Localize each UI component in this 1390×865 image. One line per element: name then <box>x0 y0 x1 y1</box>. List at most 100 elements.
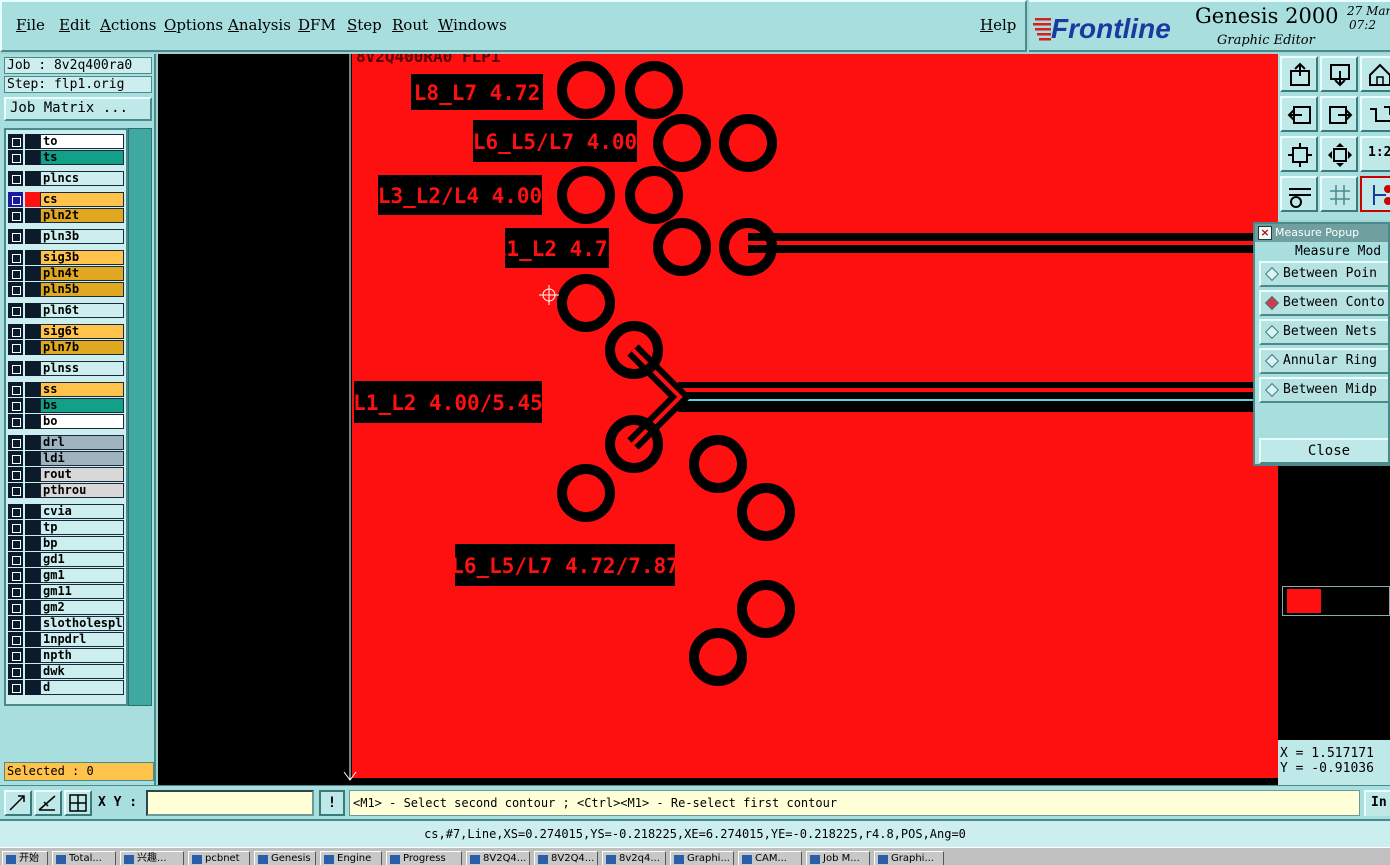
layer-color-swatch[interactable] <box>25 266 40 281</box>
taskbar-button[interactable]: Progress <box>386 851 462 865</box>
pan-right-icon[interactable] <box>1320 96 1358 132</box>
snap-mode-icon[interactable] <box>4 790 32 816</box>
taskbar-button[interactable]: Job M... <box>806 851 870 865</box>
layer-checkbox[interactable] <box>8 134 23 149</box>
layer-checkbox[interactable] <box>8 340 23 355</box>
taskbar-button[interactable]: 8V2Q4... <box>466 851 530 865</box>
layer-color-swatch[interactable] <box>25 382 40 397</box>
fit-screen-icon[interactable] <box>1280 136 1318 172</box>
layer-row-gd1[interactable]: gd1 <box>8 552 126 567</box>
layer-color-swatch[interactable] <box>25 208 40 223</box>
layer-name[interactable]: plnss <box>40 361 124 376</box>
xy-input[interactable] <box>146 790 314 816</box>
layer-color-swatch[interactable] <box>25 435 40 450</box>
layer-checkbox[interactable] <box>8 266 23 281</box>
zoom-home-icon[interactable] <box>1280 56 1318 92</box>
layer-color-swatch[interactable] <box>25 552 40 567</box>
layer-row-rout[interactable]: rout <box>8 467 126 482</box>
layer-checkbox[interactable] <box>8 171 23 186</box>
close-button[interactable]: Close <box>1259 438 1388 464</box>
layer-color-swatch[interactable] <box>25 398 40 413</box>
layer-name[interactable]: sig6t <box>40 324 124 339</box>
layer-row-plnss[interactable]: plnss <box>8 361 126 376</box>
measure-mode-icon[interactable] <box>34 790 62 816</box>
taskbar-button[interactable]: CAM... <box>738 851 802 865</box>
layer-color-swatch[interactable] <box>25 504 40 519</box>
zoom-ratio-button[interactable]: 1:2 <box>1360 136 1390 172</box>
layer-name[interactable]: pln7b <box>40 340 124 355</box>
layer-color-swatch[interactable] <box>25 134 40 149</box>
menu-file[interactable]: File <box>16 16 45 34</box>
layer-color-swatch[interactable] <box>25 632 40 647</box>
layer-checkbox[interactable] <box>8 229 23 244</box>
layer-row-pln3b[interactable]: pln3b <box>8 229 126 244</box>
layer-color-swatch[interactable] <box>25 229 40 244</box>
menu-actions[interactable]: Actions <box>100 16 156 34</box>
zoom-center-icon[interactable] <box>1320 136 1358 172</box>
layer-name[interactable]: cs <box>40 192 124 207</box>
layer-checkbox[interactable] <box>8 414 23 429</box>
radio-between-midpoints[interactable]: Between Midp <box>1259 377 1388 403</box>
radio-between-contours[interactable]: Between Conto <box>1259 290 1388 316</box>
layer-checkbox[interactable] <box>8 324 23 339</box>
taskbar-button[interactable]: pcbnet <box>188 851 250 865</box>
layer-row-ldi[interactable]: ldi <box>8 451 126 466</box>
snap-icon[interactable] <box>1280 176 1318 212</box>
layer-row-cvia[interactable]: cvia <box>8 504 126 519</box>
layer-row-sig3b[interactable]: sig3b <box>8 250 126 265</box>
menu-step[interactable]: Step <box>347 16 382 34</box>
layer-color-swatch[interactable] <box>25 171 40 186</box>
layer-color-swatch[interactable] <box>25 150 40 165</box>
layer-list-scrollbar[interactable] <box>128 128 152 706</box>
layer-color-swatch[interactable] <box>25 467 40 482</box>
layer-checkbox[interactable] <box>8 600 23 615</box>
radio-between-nets[interactable]: Between Nets <box>1259 319 1388 345</box>
layer-name[interactable]: gm1 <box>40 568 124 583</box>
layer-checkbox[interactable] <box>8 632 23 647</box>
layer-checkbox[interactable] <box>8 398 23 413</box>
layer-checkbox[interactable] <box>8 664 23 679</box>
radio-annular-ring[interactable]: Annular Ring <box>1259 348 1388 374</box>
taskbar-button[interactable]: Graphi... <box>874 851 944 865</box>
layer-name[interactable]: ldi <box>40 451 124 466</box>
layer-name[interactable]: pln6t <box>40 303 124 318</box>
layer-checkbox[interactable] <box>8 208 23 223</box>
layer-name[interactable]: bs <box>40 398 124 413</box>
in-button[interactable]: In <box>1364 790 1390 816</box>
layer-row-pln7b[interactable]: pln7b <box>8 340 126 355</box>
layer-row-ss[interactable]: ss <box>8 382 126 397</box>
layer-name[interactable]: pln2t <box>40 208 124 223</box>
taskbar-button[interactable]: 兴趣... <box>120 851 184 865</box>
layer-checkbox[interactable] <box>8 552 23 567</box>
layer-color-swatch[interactable] <box>25 250 40 265</box>
layer-checkbox[interactable] <box>8 192 23 207</box>
graphic-canvas[interactable]: 8V2Q400RA0 FLP1 L8_L7 4.72 L6_L5/L7 4.00 L3… <box>158 54 1278 785</box>
grid-icon[interactable] <box>1320 176 1358 212</box>
exclamation-button[interactable]: ! <box>319 790 345 816</box>
board-view[interactable]: 8V2Q400RA0 FLP1 L8_L7 4.72 L6_L5/L7 4.00 L3… <box>158 54 1278 785</box>
layer-name[interactable]: bo <box>40 414 124 429</box>
layer-checkbox[interactable] <box>8 504 23 519</box>
layer-row-drl[interactable]: drl <box>8 435 126 450</box>
layer-name[interactable]: sig3b <box>40 250 124 265</box>
menu-windows[interactable]: Windows <box>438 16 507 34</box>
layer-color-swatch[interactable] <box>25 282 40 297</box>
layer-row-d[interactable]: d <box>8 680 126 695</box>
taskbar-button[interactable]: 8v2q4... <box>602 851 666 865</box>
layer-name[interactable]: tp <box>40 520 124 535</box>
layer-color-swatch[interactable] <box>25 536 40 551</box>
layer-checkbox[interactable] <box>8 616 23 631</box>
layer-checkbox[interactable] <box>8 435 23 450</box>
layer-checkbox[interactable] <box>8 467 23 482</box>
layer-row-npth[interactable]: npth <box>8 648 126 663</box>
layer-color-swatch[interactable] <box>25 340 40 355</box>
layer-row-bo[interactable]: bo <box>8 414 126 429</box>
taskbar-button[interactable]: 开始 <box>2 851 48 865</box>
layer-color-swatch[interactable] <box>25 568 40 583</box>
layer-row-plncs[interactable]: plncs <box>8 171 126 186</box>
layer-row-gm1[interactable]: gm1 <box>8 568 126 583</box>
radio-between-points[interactable]: Between Poin <box>1259 261 1388 287</box>
home-icon[interactable] <box>1360 56 1390 92</box>
layer-checkbox[interactable] <box>8 680 23 695</box>
layer-checkbox[interactable] <box>8 483 23 498</box>
